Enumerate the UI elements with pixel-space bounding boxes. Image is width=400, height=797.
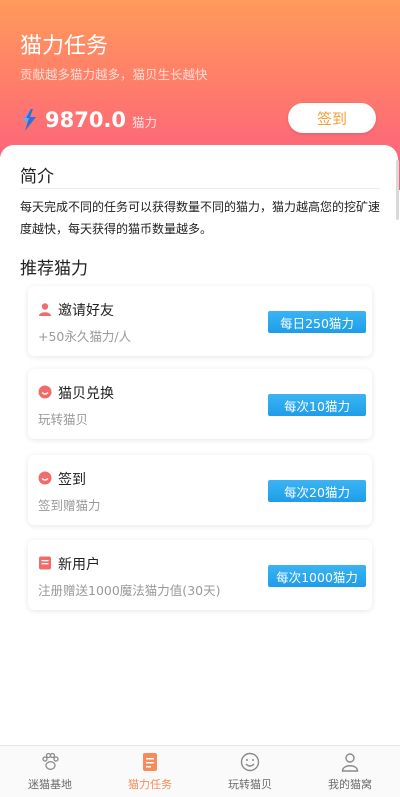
task-title: 猫贝兑换 xyxy=(58,386,114,402)
user-icon xyxy=(38,302,52,316)
task-title: 新用户 xyxy=(58,557,100,573)
bottom-tab-bar: 迷猫基地 猫力任务 玩转猫贝 我的猫窝 xyxy=(0,745,400,797)
reward-badge: 每日250猫力 xyxy=(268,311,366,333)
task-title: 邀请好友 xyxy=(58,303,114,319)
task-desc: +50永久猫力/人 xyxy=(38,329,132,344)
lightning-icon xyxy=(22,109,36,131)
task-card-exchange[interactable]: 猫贝兑换 玩转猫贝 每次10猫力 xyxy=(28,369,372,439)
task-card-signin[interactable]: 签到 签到赠猫力 每次20猫力 xyxy=(28,455,372,525)
signin-button[interactable]: 签到 xyxy=(288,103,376,133)
balance-unit: 猫力 xyxy=(132,115,158,130)
task-desc: 签到赠猫力 xyxy=(38,498,101,513)
tab-play[interactable]: 玩转猫贝 xyxy=(200,746,300,797)
divider xyxy=(20,188,380,189)
tab-profile[interactable]: 我的猫窝 xyxy=(300,746,400,797)
smile-icon xyxy=(38,385,52,399)
person-icon xyxy=(341,753,359,772)
task-card-new-user[interactable]: 新用户 注册赠送1000魔法猫力值(30天) 每次1000猫力 xyxy=(28,540,372,610)
reward-badge: 每次20猫力 xyxy=(268,480,366,502)
smile-icon xyxy=(240,752,260,772)
tab-label: 迷猫基地 xyxy=(28,778,72,791)
tab-tasks[interactable]: 猫力任务 xyxy=(100,746,200,797)
tab-label: 我的猫窝 xyxy=(328,778,372,791)
tab-base[interactable]: 迷猫基地 xyxy=(0,746,100,797)
smile-icon xyxy=(38,471,52,485)
tab-label: 猫力任务 xyxy=(128,778,172,791)
recommend-title: 推荐猫力 xyxy=(20,259,88,279)
reward-badge: 每次1000猫力 xyxy=(268,565,366,587)
task-card-invite[interactable]: 邀请好友 +50永久猫力/人 每日250猫力 xyxy=(28,286,372,356)
paw-icon xyxy=(42,752,59,770)
page-title: 猫力任务 xyxy=(20,34,109,59)
page-subtitle: 贡献越多猫力越多，猫贝生长越快 xyxy=(20,67,208,82)
scrollbar[interactable] xyxy=(396,160,399,220)
task-icon xyxy=(143,753,157,771)
balance-value: 9870.0 xyxy=(45,108,127,132)
intro-text: 每天完成不同的任务可以获得数量不同的猫力，猫力越高您的挖矿速度越快，每天获得的猫… xyxy=(20,200,381,236)
tab-label: 玩转猫贝 xyxy=(228,778,272,791)
balance-row: 9870.0 猫力 xyxy=(20,108,157,132)
intro-title: 简介 xyxy=(20,167,54,187)
document-icon xyxy=(38,556,52,570)
task-title: 签到 xyxy=(58,472,86,488)
reward-badge: 每次10猫力 xyxy=(268,394,366,416)
task-desc: 注册赠送1000魔法猫力值(30天) xyxy=(38,583,221,598)
task-desc: 玩转猫贝 xyxy=(38,412,89,427)
